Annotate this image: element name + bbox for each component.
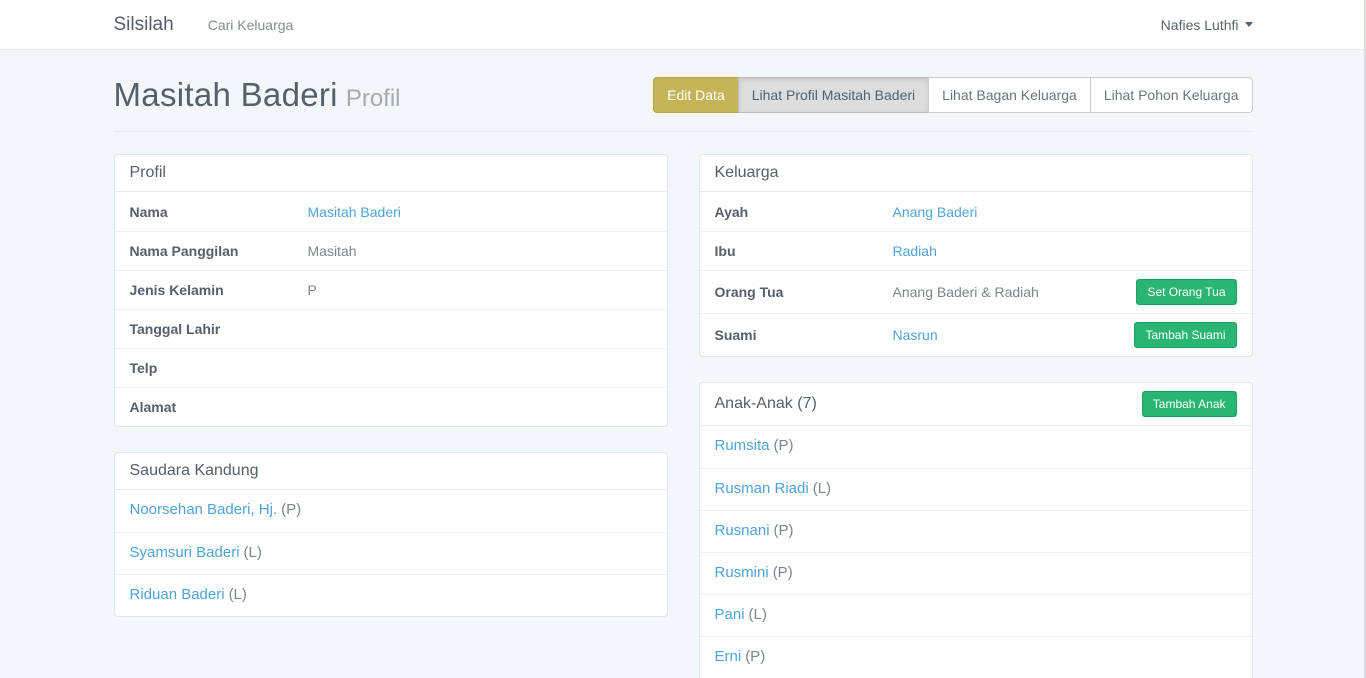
field-label: Jenis Kelamin <box>130 282 308 298</box>
field-value: P <box>308 282 652 298</box>
table-row: Telp <box>115 348 667 387</box>
gender-label: (P) <box>774 522 794 539</box>
table-row: Nama Panggilan Masitah <box>115 231 667 270</box>
sibling-link[interactable]: Riduan Baderi <box>130 586 225 603</box>
field-value: Anang Baderi & Radiah <box>893 284 1137 300</box>
table-row: Suami Nasrun Tambah Suami <box>700 313 1252 356</box>
field-value: Masitah <box>308 243 652 259</box>
child-link[interactable]: Rusman Riadi <box>715 480 809 497</box>
table-row: Nama Masitah Baderi <box>115 192 667 231</box>
sibling-link[interactable]: Syamsuri Baderi <box>130 544 240 561</box>
field-label: Suami <box>715 327 893 343</box>
child-link[interactable]: Pani <box>715 606 745 623</box>
field-label: Nama Panggilan <box>130 243 308 259</box>
panel-title: Profil <box>130 164 166 182</box>
gender-label: (L) <box>244 544 262 561</box>
profil-panel: Profil Nama Masitah Baderi Nama Panggila… <box>114 154 668 427</box>
child-link[interactable]: Erni <box>715 648 742 665</box>
field-label: Orang Tua <box>715 284 893 300</box>
panel-title: Saudara Kandung <box>130 462 259 480</box>
tambah-suami-button[interactable]: Tambah Suami <box>1134 322 1236 348</box>
anak-anak-panel: Anak-Anak (7) Tambah Anak Rumsita(P) Rus… <box>699 382 1253 678</box>
right-column: Keluarga Ayah Anang Baderi Ibu Radiah Or… <box>699 154 1253 678</box>
child-link[interactable]: Rusnani <box>715 522 770 539</box>
profile-actions-group: Edit Data Lihat Profil Masitah Baderi Li… <box>653 77 1252 113</box>
table-row: Ayah Anang Baderi <box>700 192 1252 231</box>
user-menu[interactable]: Nafies Luthfi <box>1161 17 1253 33</box>
list-item: Pani(L) <box>700 594 1252 636</box>
saudara-kandung-panel: Saudara Kandung Noorsehan Baderi, Hj.(P)… <box>114 452 668 617</box>
gender-label: (L) <box>813 480 831 497</box>
page-header: Masitah Baderi Profil Edit Data Lihat Pro… <box>114 50 1253 132</box>
set-orang-tua-button[interactable]: Set Orang Tua <box>1136 279 1236 305</box>
field-label: Nama <box>130 204 308 220</box>
list-item: Syamsuri Baderi(L) <box>115 532 667 574</box>
gender-label: (L) <box>749 606 767 623</box>
panel-title: Keluarga <box>715 164 779 182</box>
caret-down-icon <box>1245 22 1253 27</box>
page-heading: Masitah Baderi Profil <box>114 76 401 114</box>
keluarga-panel: Keluarga Ayah Anang Baderi Ibu Radiah Or… <box>699 154 1253 357</box>
field-label: Alamat <box>130 399 308 415</box>
nav-item-cari-keluarga[interactable]: Cari Keluarga <box>208 17 294 33</box>
list-item: Rusmini(P) <box>700 552 1252 594</box>
list-item: Rusnani(P) <box>700 510 1252 552</box>
list-item: Rumsita(P) <box>700 426 1252 468</box>
list-item: Erni(P) <box>700 636 1252 678</box>
person-link[interactable]: Masitah Baderi <box>308 204 401 220</box>
view-bagan-keluarga-button[interactable]: Lihat Bagan Keluarga <box>928 77 1091 113</box>
gender-label: (P) <box>745 648 765 665</box>
table-row: Orang Tua Anang Baderi & Radiah Set Oran… <box>700 270 1252 313</box>
husband-link[interactable]: Nasrun <box>893 327 938 343</box>
father-link[interactable]: Anang Baderi <box>893 204 978 220</box>
tambah-anak-button[interactable]: Tambah Anak <box>1142 391 1237 417</box>
view-pohon-keluarga-button[interactable]: Lihat Pohon Keluarga <box>1090 77 1253 113</box>
user-name: Nafies Luthfi <box>1161 17 1239 33</box>
navbar-brand[interactable]: Silsilah <box>114 14 174 36</box>
list-item: Rusman Riadi(L) <box>700 468 1252 510</box>
gender-label: (P) <box>281 501 301 518</box>
table-row: Tanggal Lahir <box>115 309 667 348</box>
field-label: Telp <box>130 360 308 376</box>
field-label: Ibu <box>715 243 893 259</box>
navbar: Silsilah Cari Keluarga Nafies Luthfi <box>0 0 1366 50</box>
page-title: Masitah Baderi <box>114 76 338 113</box>
mother-link[interactable]: Radiah <box>893 243 937 259</box>
panel-title: Anak-Anak (7) <box>715 395 817 413</box>
view-profile-button[interactable]: Lihat Profil Masitah Baderi <box>738 77 929 113</box>
table-row: Jenis Kelamin P <box>115 270 667 309</box>
sibling-link[interactable]: Noorsehan Baderi, Hj. <box>130 501 278 518</box>
gender-label: (L) <box>229 586 247 603</box>
table-row: Ibu Radiah <box>700 231 1252 270</box>
table-row: Alamat <box>115 387 667 426</box>
edit-data-button[interactable]: Edit Data <box>653 77 739 113</box>
left-column: Profil Nama Masitah Baderi Nama Panggila… <box>114 154 668 678</box>
child-link[interactable]: Rumsita <box>715 437 770 454</box>
gender-label: (P) <box>773 564 793 581</box>
gender-label: (P) <box>774 437 794 454</box>
field-label: Ayah <box>715 204 893 220</box>
child-link[interactable]: Rusmini <box>715 564 769 581</box>
field-label: Tanggal Lahir <box>130 321 308 337</box>
page-subtitle: Profil <box>346 85 401 112</box>
list-item: Riduan Baderi(L) <box>115 574 667 616</box>
list-item: Noorsehan Baderi, Hj.(P) <box>115 490 667 532</box>
